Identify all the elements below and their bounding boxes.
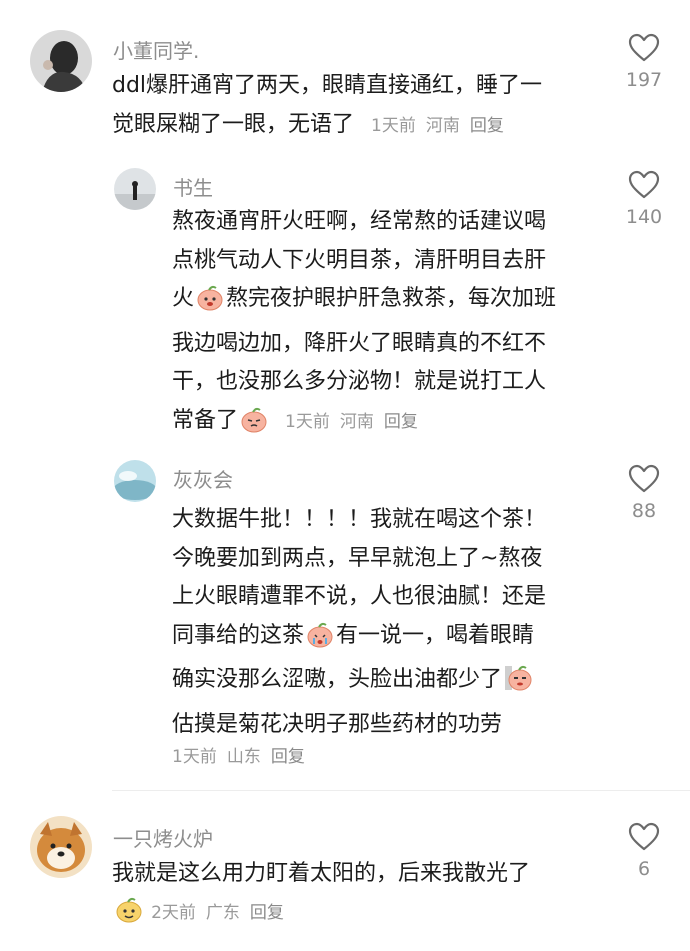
comment-line-text: 有一说一，喝着眼睛 (336, 622, 535, 648)
comment-line: 我就是这么用力盯着太阳的，后来我散光了 (112, 861, 531, 886)
comment-line: 确实没那么涩嗷，头脸出油都少了 (172, 661, 612, 706)
comment-line: 大数据牛批！！！！我就在喝这个茶！ (172, 507, 547, 532)
comment-text: ddl爆肝通宵了两天，眼睛直接通红，睡了一 觉眼屎糊了一眼，无语了 1天前 河南回… (112, 67, 592, 145)
reply-button[interactable]: 回复 (271, 747, 305, 767)
comment-location: 山东 (226, 747, 261, 767)
user-avatar[interactable] (30, 816, 92, 878)
reply-button[interactable]: 回复 (470, 116, 504, 136)
comment-line-text: 同事给的这茶 (172, 622, 305, 648)
comment-line: 估摸是菊花决明子那些药材的功劳 (172, 711, 503, 737)
peach-emoji-icon (240, 407, 268, 447)
comment-line: 今晚要加到两点，早早就泡上了~熬夜 (172, 545, 543, 571)
comment-meta: 1天前 河南 回复 (285, 412, 428, 432)
comment-meta-row: 2天前 广东 回复 (112, 896, 294, 928)
heart-outline-icon (628, 170, 660, 199)
comment-line: 干，也没那么多分泌物！就是说打工人 (172, 369, 547, 394)
like-count: 88 (631, 500, 657, 522)
user-avatar[interactable] (30, 30, 92, 92)
comment-line-text: 确实没那么涩嗷，头脸出油都少了 (172, 667, 503, 692)
comment-meta: 2天前 广东 回复 (151, 903, 294, 923)
username[interactable]: 灰灰会 (173, 464, 233, 493)
comment-location: 河南 (425, 115, 460, 136)
comment-line: 上火眼睛遭罪不说，人也很油腻！还是 (172, 584, 547, 609)
user-avatar[interactable] (114, 460, 156, 502)
comment-line-text: 火 (172, 286, 195, 311)
reply-button[interactable]: 回复 (250, 903, 284, 923)
peach-emoji-icon (504, 664, 532, 706)
comment-time: 1天前 (371, 115, 416, 136)
comment-time: 1天前 (285, 411, 330, 432)
peach-emoji-icon (196, 285, 224, 325)
heart-outline-icon (628, 822, 660, 851)
username[interactable]: 书生 (173, 172, 213, 201)
comment-meta: 1天前 山东 回复 (172, 742, 315, 767)
comment-line: ddl爆肝通宵了两天，眼睛直接通红，睡了一 (112, 73, 543, 98)
peach-emoji-icon (114, 896, 144, 928)
like-count: 197 (625, 69, 663, 91)
reply-button[interactable]: 回复 (384, 412, 418, 432)
comment-location: 河南 (339, 411, 374, 432)
comment-line: 觉眼屎糊了一眼，无语了 1天前 河南 回复 (112, 106, 592, 146)
peach-emoji-icon (306, 622, 334, 662)
username[interactable]: 一只烤火炉 (113, 823, 213, 852)
comment-meta: 1天前 河南 回复 (371, 116, 514, 136)
comment-time: 2天前 (151, 903, 196, 923)
like-count: 140 (625, 206, 663, 228)
heart-outline-icon (628, 464, 660, 493)
user-avatar[interactable] (114, 168, 156, 210)
like-count: 6 (637, 858, 651, 880)
comment-line-text: 熬完夜护眼护肝急救茶，每次加班 (226, 286, 557, 311)
comment-time: 1天前 (172, 747, 217, 767)
like-button[interactable]: 140 (619, 170, 669, 228)
like-button[interactable]: 6 (619, 822, 669, 880)
comment-line: 同事给的这茶 有一说一，喝着眼睛 (172, 617, 612, 662)
like-button[interactable]: 197 (619, 33, 669, 91)
comment-line: 我边喝边加，降肝火了眼睛真的不红不 (172, 330, 547, 356)
comment-line-text: 常备了 (172, 407, 239, 433)
comment-line: 熬夜通宵肝火旺啊，经常熬的话建议喝 (172, 209, 547, 234)
comment-text: 熬夜通宵肝火旺啊，经常熬的话建议喝 点桃气动人下火明目茶，清肝明目去肝 火 熬完… (172, 203, 612, 446)
username[interactable]: 小董同学. (113, 35, 199, 64)
divider (112, 790, 690, 791)
comment-text: 大数据牛批！！！！我就在喝这个茶！ 今晚要加到两点，早早就泡上了~熬夜 上火眼睛… (172, 501, 612, 744)
comment-line: 点桃气动人下火明目茶，清肝明目去肝 (172, 247, 547, 273)
comment-line-text: 觉眼屎糊了一眼，无语了 (112, 111, 355, 137)
like-button[interactable]: 88 (619, 464, 669, 522)
comment-line: 常备了 1天前 河南 回复 (172, 402, 612, 447)
comment-line: 火 熬完夜护眼护肝急救茶，每次加班 (172, 280, 612, 325)
comment-location: 广东 (205, 903, 240, 923)
heart-outline-icon (628, 33, 660, 62)
comment-text: 我就是这么用力盯着太阳的，后来我散光了 (112, 855, 612, 894)
